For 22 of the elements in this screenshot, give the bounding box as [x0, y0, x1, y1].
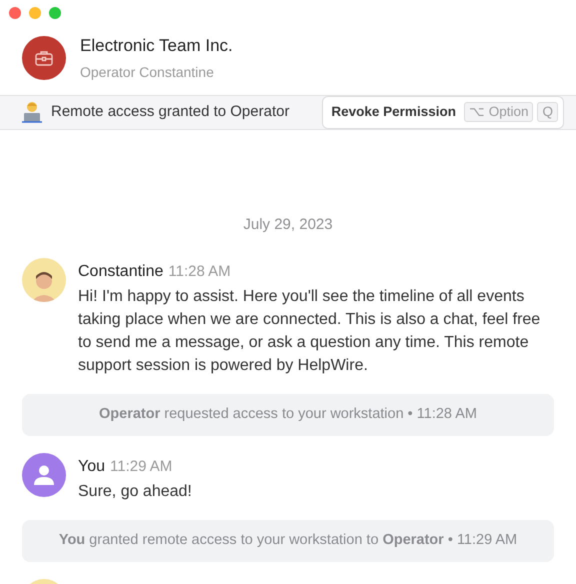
- shortcut-key: ⌥ Option: [464, 102, 534, 122]
- event-notice: You granted remote access to your workstation to Operator • 11:29 AM: [22, 520, 554, 562]
- person-at-laptop-icon: [22, 101, 42, 123]
- message-text: Sure, go ahead!: [78, 482, 193, 502]
- minimize-window-button[interactable]: [29, 7, 41, 19]
- author-name: Constantine: [78, 262, 164, 282]
- briefcase-icon: [35, 50, 53, 66]
- user-icon: [33, 464, 55, 486]
- company-name: Electronic Team Inc.: [80, 35, 233, 57]
- date-label: July 29, 2023: [243, 214, 333, 234]
- close-window-button[interactable]: [9, 7, 21, 19]
- shortcut-key: Q: [537, 102, 558, 122]
- author-name: You: [78, 456, 105, 477]
- person-silhouette-icon: [31, 270, 57, 302]
- banner-text: Remote access granted to Operator: [51, 102, 290, 122]
- operator-name: Operator Constantine: [80, 62, 215, 82]
- event-notice: Operator requested access to your workstation • 11:28 AM: [22, 394, 554, 436]
- zoom-window-button[interactable]: [49, 7, 61, 19]
- message-text: Hi! I'm happy to assist. Here you'll see the timeline of all events taking place when we are connected. This is also a chat, feel free to send me a message, or ask a question any time. This remote support session is powered by HelpWire.: [78, 287, 542, 376]
- revoke-permission-button[interactable]: Revoke Permission ⌥ Option Q: [322, 96, 564, 128]
- message-time: 11:28 AM: [168, 262, 231, 282]
- message-time: 11:29 AM: [110, 456, 172, 477]
